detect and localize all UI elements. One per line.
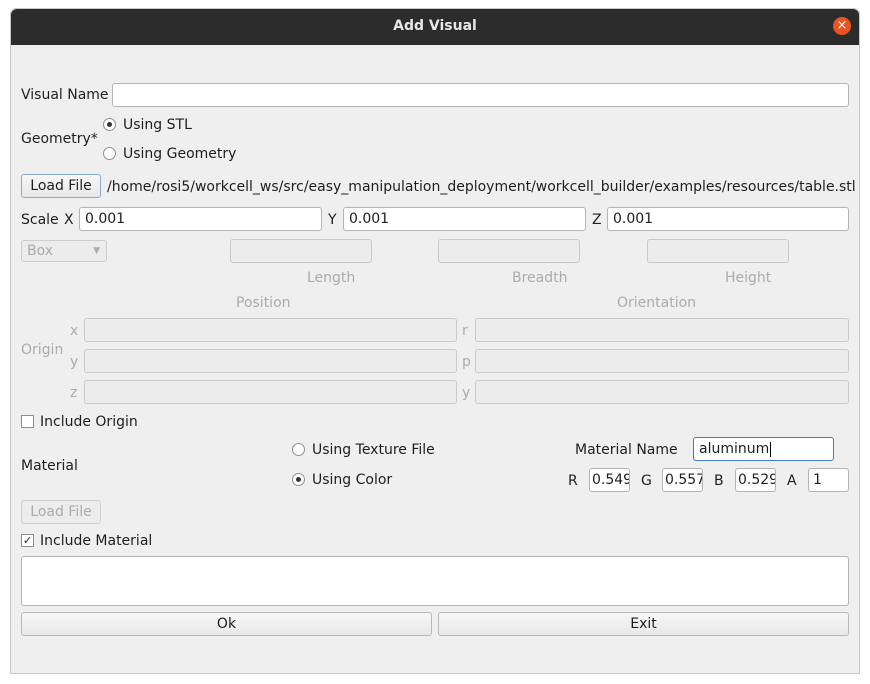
length-label: Length xyxy=(307,270,356,286)
color-g-label: G xyxy=(641,473,652,489)
using-stl-radio[interactable] xyxy=(103,118,116,131)
material-label: Material xyxy=(21,458,78,474)
shape-selected: Box xyxy=(27,243,54,259)
using-stl-label[interactable]: Using STL xyxy=(123,117,192,133)
include-material-label[interactable]: Include Material xyxy=(40,533,152,549)
exit-button[interactable]: Exit xyxy=(438,612,849,636)
scale-label: Scale xyxy=(21,212,59,228)
using-color-label[interactable]: Using Color xyxy=(312,472,392,488)
using-texture-label[interactable]: Using Texture File xyxy=(312,442,435,458)
include-material-checkbox[interactable]: ✓ xyxy=(21,534,34,547)
orientation-p-label: p xyxy=(462,354,471,370)
orientation-y-input[interactable] xyxy=(475,380,849,404)
material-name-value: aluminum xyxy=(699,441,770,457)
orientation-r-label: r xyxy=(462,323,468,339)
load-texture-button[interactable]: Load File xyxy=(21,500,101,524)
using-geometry-radio[interactable] xyxy=(103,147,116,160)
scale-z-label: Z xyxy=(592,212,602,228)
chevron-down-icon: ▼ xyxy=(93,246,100,256)
color-b-input[interactable]: 0.529 xyxy=(735,468,776,492)
color-g-input[interactable]: 0.557 xyxy=(662,468,703,492)
origin-y-label: y xyxy=(70,354,79,370)
shape-dropdown[interactable]: Box ▼ xyxy=(21,240,107,262)
height-label: Height xyxy=(725,270,772,286)
scale-x-input[interactable]: 0.001 xyxy=(79,207,322,231)
breadth-label: Breadth xyxy=(512,270,568,286)
color-r-input[interactable]: 0.549 xyxy=(589,468,630,492)
orientation-label: Orientation xyxy=(617,295,697,311)
using-color-radio[interactable] xyxy=(292,473,305,486)
scale-y-input[interactable]: 0.001 xyxy=(343,207,586,231)
color-r-label: R xyxy=(568,473,578,489)
orientation-r-input[interactable] xyxy=(475,318,849,342)
height-input[interactable] xyxy=(647,239,789,263)
length-input[interactable] xyxy=(230,239,372,263)
stl-file-path: /home/rosi5/workcell_ws/src/easy_manipul… xyxy=(107,179,856,195)
breadth-input[interactable] xyxy=(438,239,580,263)
orientation-y-label: y xyxy=(462,385,471,401)
material-name-label: Material Name xyxy=(575,442,678,458)
load-stl-button[interactable]: Load File xyxy=(21,174,101,198)
origin-x-input[interactable] xyxy=(84,318,457,342)
window-title: Add Visual xyxy=(393,18,477,34)
origin-x-label: x xyxy=(70,323,79,339)
position-label: Position xyxy=(236,295,291,311)
include-origin-checkbox[interactable] xyxy=(21,415,34,428)
material-name-input[interactable]: aluminum xyxy=(693,437,834,461)
visual-name-label: Visual Name xyxy=(21,87,109,103)
include-origin-label[interactable]: Include Origin xyxy=(40,414,138,430)
orientation-p-input[interactable] xyxy=(475,349,849,373)
origin-label: Origin xyxy=(21,342,64,358)
origin-y-input[interactable] xyxy=(84,349,457,373)
scale-y-label: Y xyxy=(328,212,337,228)
close-icon[interactable]: × xyxy=(833,17,851,35)
using-geometry-label[interactable]: Using Geometry xyxy=(123,146,236,162)
ok-button[interactable]: Ok xyxy=(21,612,432,636)
color-a-label: A xyxy=(787,473,797,489)
color-b-label: B xyxy=(714,473,724,489)
geometry-label: Geometry* xyxy=(21,131,98,147)
visual-name-input[interactable] xyxy=(112,83,849,107)
color-a-input[interactable]: 1 xyxy=(808,468,849,492)
origin-z-input[interactable] xyxy=(84,380,457,404)
using-texture-radio[interactable] xyxy=(292,443,305,456)
title-bar: Add Visual × xyxy=(11,9,859,45)
scale-z-input[interactable]: 0.001 xyxy=(607,207,849,231)
scale-x-label: X xyxy=(64,212,74,228)
output-text-area[interactable] xyxy=(21,556,849,606)
origin-z-label: z xyxy=(70,385,78,401)
text-caret xyxy=(770,441,772,457)
